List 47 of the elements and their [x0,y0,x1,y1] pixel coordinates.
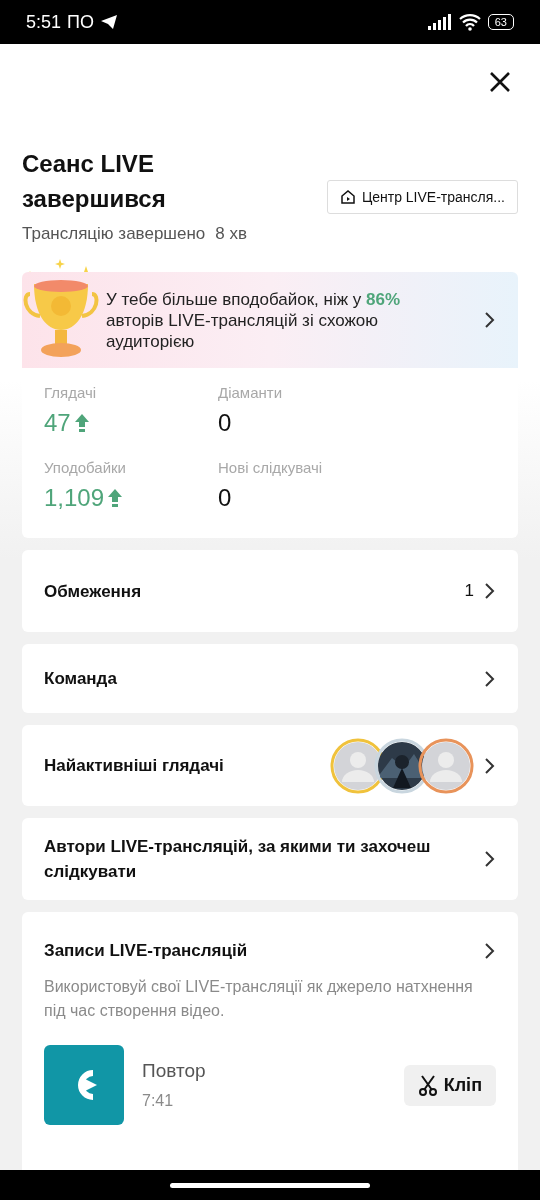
stat-value: 0 [218,484,232,512]
section-row[interactable]: Автори LIVE-трансляцій, за якими ти захочеш слідкувати [22,818,518,900]
chevron-icon [484,850,496,868]
signal-icon [427,14,452,30]
stat-label: Нові слідкувачі [218,459,324,476]
chevron-icon [484,756,496,775]
duration: 8 хв [215,224,247,244]
stat-value: 1,109 [44,484,105,512]
stat-label: Діаманти [218,384,284,401]
recordings-title: Записи LIVE-трансляцій [44,940,249,962]
stat-label: Глядачі [44,384,98,401]
scissors-icon [417,1074,438,1096]
chevron-icon [484,311,496,329]
stat-value: 47 [44,409,71,437]
home-icon [339,189,356,205]
stat-value: 0 [218,409,232,437]
status-time: 5:51 [26,11,62,33]
recordings-description: Використовуй свої LIVE-трансляції як джерело натхнення під час створення відео. [44,977,474,1021]
live-center-button[interactable]: Центр LIVE-трансля... [326,180,518,214]
section-row[interactable]: Команда [22,644,518,713]
chevron-icon [484,941,496,960]
restriction-count: 1 [464,581,474,601]
subtitle: Трансляцію завершено [22,224,206,244]
wifi-icon [457,13,482,31]
recording-name: Повтор [142,1060,207,1082]
close-button[interactable] [488,70,512,94]
section-row[interactable]: Найактивніші глядачі [22,725,518,806]
up-arrow-icon [73,413,90,433]
status-day: ПО [67,11,94,33]
send-icon [100,14,118,30]
recording-length: 7:41 [142,1092,175,1110]
stat-label: Уподобайки [44,459,127,476]
row-title: Команда [44,668,118,690]
highlight-text: У тебе більше вподобайок, ніж у 86% авторів LIVE-трансляцій зі схожою аудиторією [105,288,402,352]
battery-indicator: 63 [487,14,514,30]
highlight-banner[interactable]: У тебе більше вподобайок, ніж у 86% авторів LIVE-трансляцій зі схожою аудиторією [22,272,518,368]
chevron-icon [484,582,496,600]
up-arrow-icon [107,488,124,508]
section-row[interactable]: Обмеження 1 [22,550,518,632]
row-title: Автори LIVE-трансляцій, за якими ти захочеш слідкувати [44,836,432,883]
chevron-icon [484,669,496,688]
page-title: Сеанс LIVE завершився [22,149,167,214]
row-title: Обмеження [44,580,143,603]
replay-thumbnail[interactable] [44,1045,124,1125]
home-indicator[interactable] [170,1182,370,1188]
row-title: Найактивніші глядачі [44,755,225,777]
clip-button[interactable]: Кліп [403,1064,496,1106]
